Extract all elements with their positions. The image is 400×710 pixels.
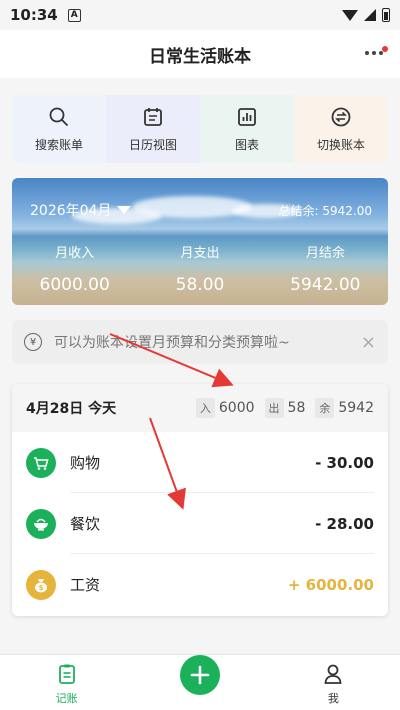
tab-me[interactable]: 我 [267, 655, 400, 710]
transaction-category: 餐饮 [70, 515, 101, 533]
more-menu-button[interactable] [362, 42, 388, 64]
chart-button[interactable]: 图表 [200, 95, 294, 163]
plus-icon [190, 665, 210, 685]
expense-tag: 出 [264, 398, 284, 418]
clipboard-icon [56, 662, 78, 686]
money-bag-icon: $ [26, 569, 56, 600]
day-balance-value: 5942 [338, 400, 374, 416]
svg-text:$: $ [39, 584, 44, 592]
transaction-row[interactable]: 购物 - 30.00 [12, 432, 388, 493]
chart-label: 图表 [234, 137, 259, 152]
app-header: 日常生活账本 [0, 30, 400, 78]
coin-icon: ¥ [24, 333, 42, 351]
switch-book-label: 切换账本 [316, 137, 365, 152]
signal-icon [364, 9, 376, 21]
transaction-category: 工资 [70, 576, 101, 594]
budget-tip-text: 可以为账本设置月预算和分类预算啦~ [54, 335, 290, 351]
monthly-balance-label: 月结余 [305, 246, 345, 261]
transaction-row[interactable]: 餐饮 - 28.00 [12, 493, 388, 554]
calendar-view-label: 日历视图 [128, 137, 177, 152]
close-icon[interactable]: × [361, 332, 376, 353]
monthly-income: 月收入 6000.00 [12, 242, 137, 295]
notification-a-icon: A [67, 8, 81, 22]
wifi-icon [342, 9, 358, 21]
page-title: 日常生活账本 [149, 46, 251, 67]
balance-tag: 余 [315, 398, 335, 418]
day-expense-value: 58 [287, 400, 306, 416]
monthly-balance-value: 5942.00 [290, 275, 361, 295]
monthly-income-value: 6000.00 [39, 275, 110, 295]
monthly-expense: 月支出 58.00 [137, 242, 262, 295]
day-date: 4月28日 今天 [26, 401, 117, 417]
notification-dot [382, 46, 388, 52]
status-bar: 10:34 A [0, 0, 400, 30]
battery-icon [382, 8, 390, 22]
switch-icon [330, 106, 352, 128]
cart-icon [26, 447, 56, 478]
search-icon [48, 106, 70, 128]
monthly-balance: 月结余 5942.00 [263, 242, 388, 295]
month-selector[interactable]: 2026年04月 [30, 200, 111, 220]
status-icons [342, 8, 390, 22]
quick-actions: 搜索账单 日历视图 图表 切换账本 [12, 95, 388, 163]
income-tag: 入 [195, 398, 215, 418]
day-income-value: 6000 [218, 400, 255, 416]
budget-tip-banner[interactable]: ¥ 可以为账本设置月预算和分类预算啦~ × [12, 320, 388, 364]
transaction-amount: - 30.00 [315, 453, 374, 472]
tab-me-label: 我 [327, 692, 339, 705]
calendar-icon [142, 106, 164, 128]
day-summary: 入 6000 出 58 余 5942 [195, 398, 374, 418]
transaction-category: 购物 [70, 454, 101, 472]
user-icon [322, 662, 344, 686]
transaction-amount: - 28.00 [315, 514, 374, 533]
monthly-income-label: 月收入 [55, 246, 95, 261]
day-transactions-card: 4月28日 今天 入 6000 出 58 余 5942 购物 - 30.00 餐… [12, 384, 388, 616]
tab-record[interactable]: 记账 [0, 655, 133, 710]
search-bills-button[interactable]: 搜索账单 [12, 95, 106, 163]
month-summary-banner: 2026年04月 总结余: 5942.00 月收入 6000.00 月支出 58… [12, 178, 388, 305]
tab-record-label: 记账 [55, 692, 78, 705]
chevron-down-icon[interactable] [117, 206, 132, 214]
monthly-expense-label: 月支出 [180, 246, 220, 261]
monthly-expense-value: 58.00 [175, 275, 225, 295]
search-bills-label: 搜索账单 [34, 137, 83, 152]
switch-book-button[interactable]: 切换账本 [294, 95, 388, 163]
calendar-view-button[interactable]: 日历视图 [106, 95, 200, 163]
bowl-icon [26, 508, 56, 539]
transaction-amount: + 6000.00 [287, 575, 374, 594]
status-time: 10:34 [10, 6, 58, 24]
day-header: 4月28日 今天 入 6000 出 58 余 5942 [12, 384, 388, 432]
chart-icon [236, 106, 258, 128]
add-record-button[interactable] [180, 655, 220, 695]
transaction-row[interactable]: $ 工资 + 6000.00 [12, 554, 388, 615]
total-balance: 总结余: 5942.00 [278, 203, 372, 218]
